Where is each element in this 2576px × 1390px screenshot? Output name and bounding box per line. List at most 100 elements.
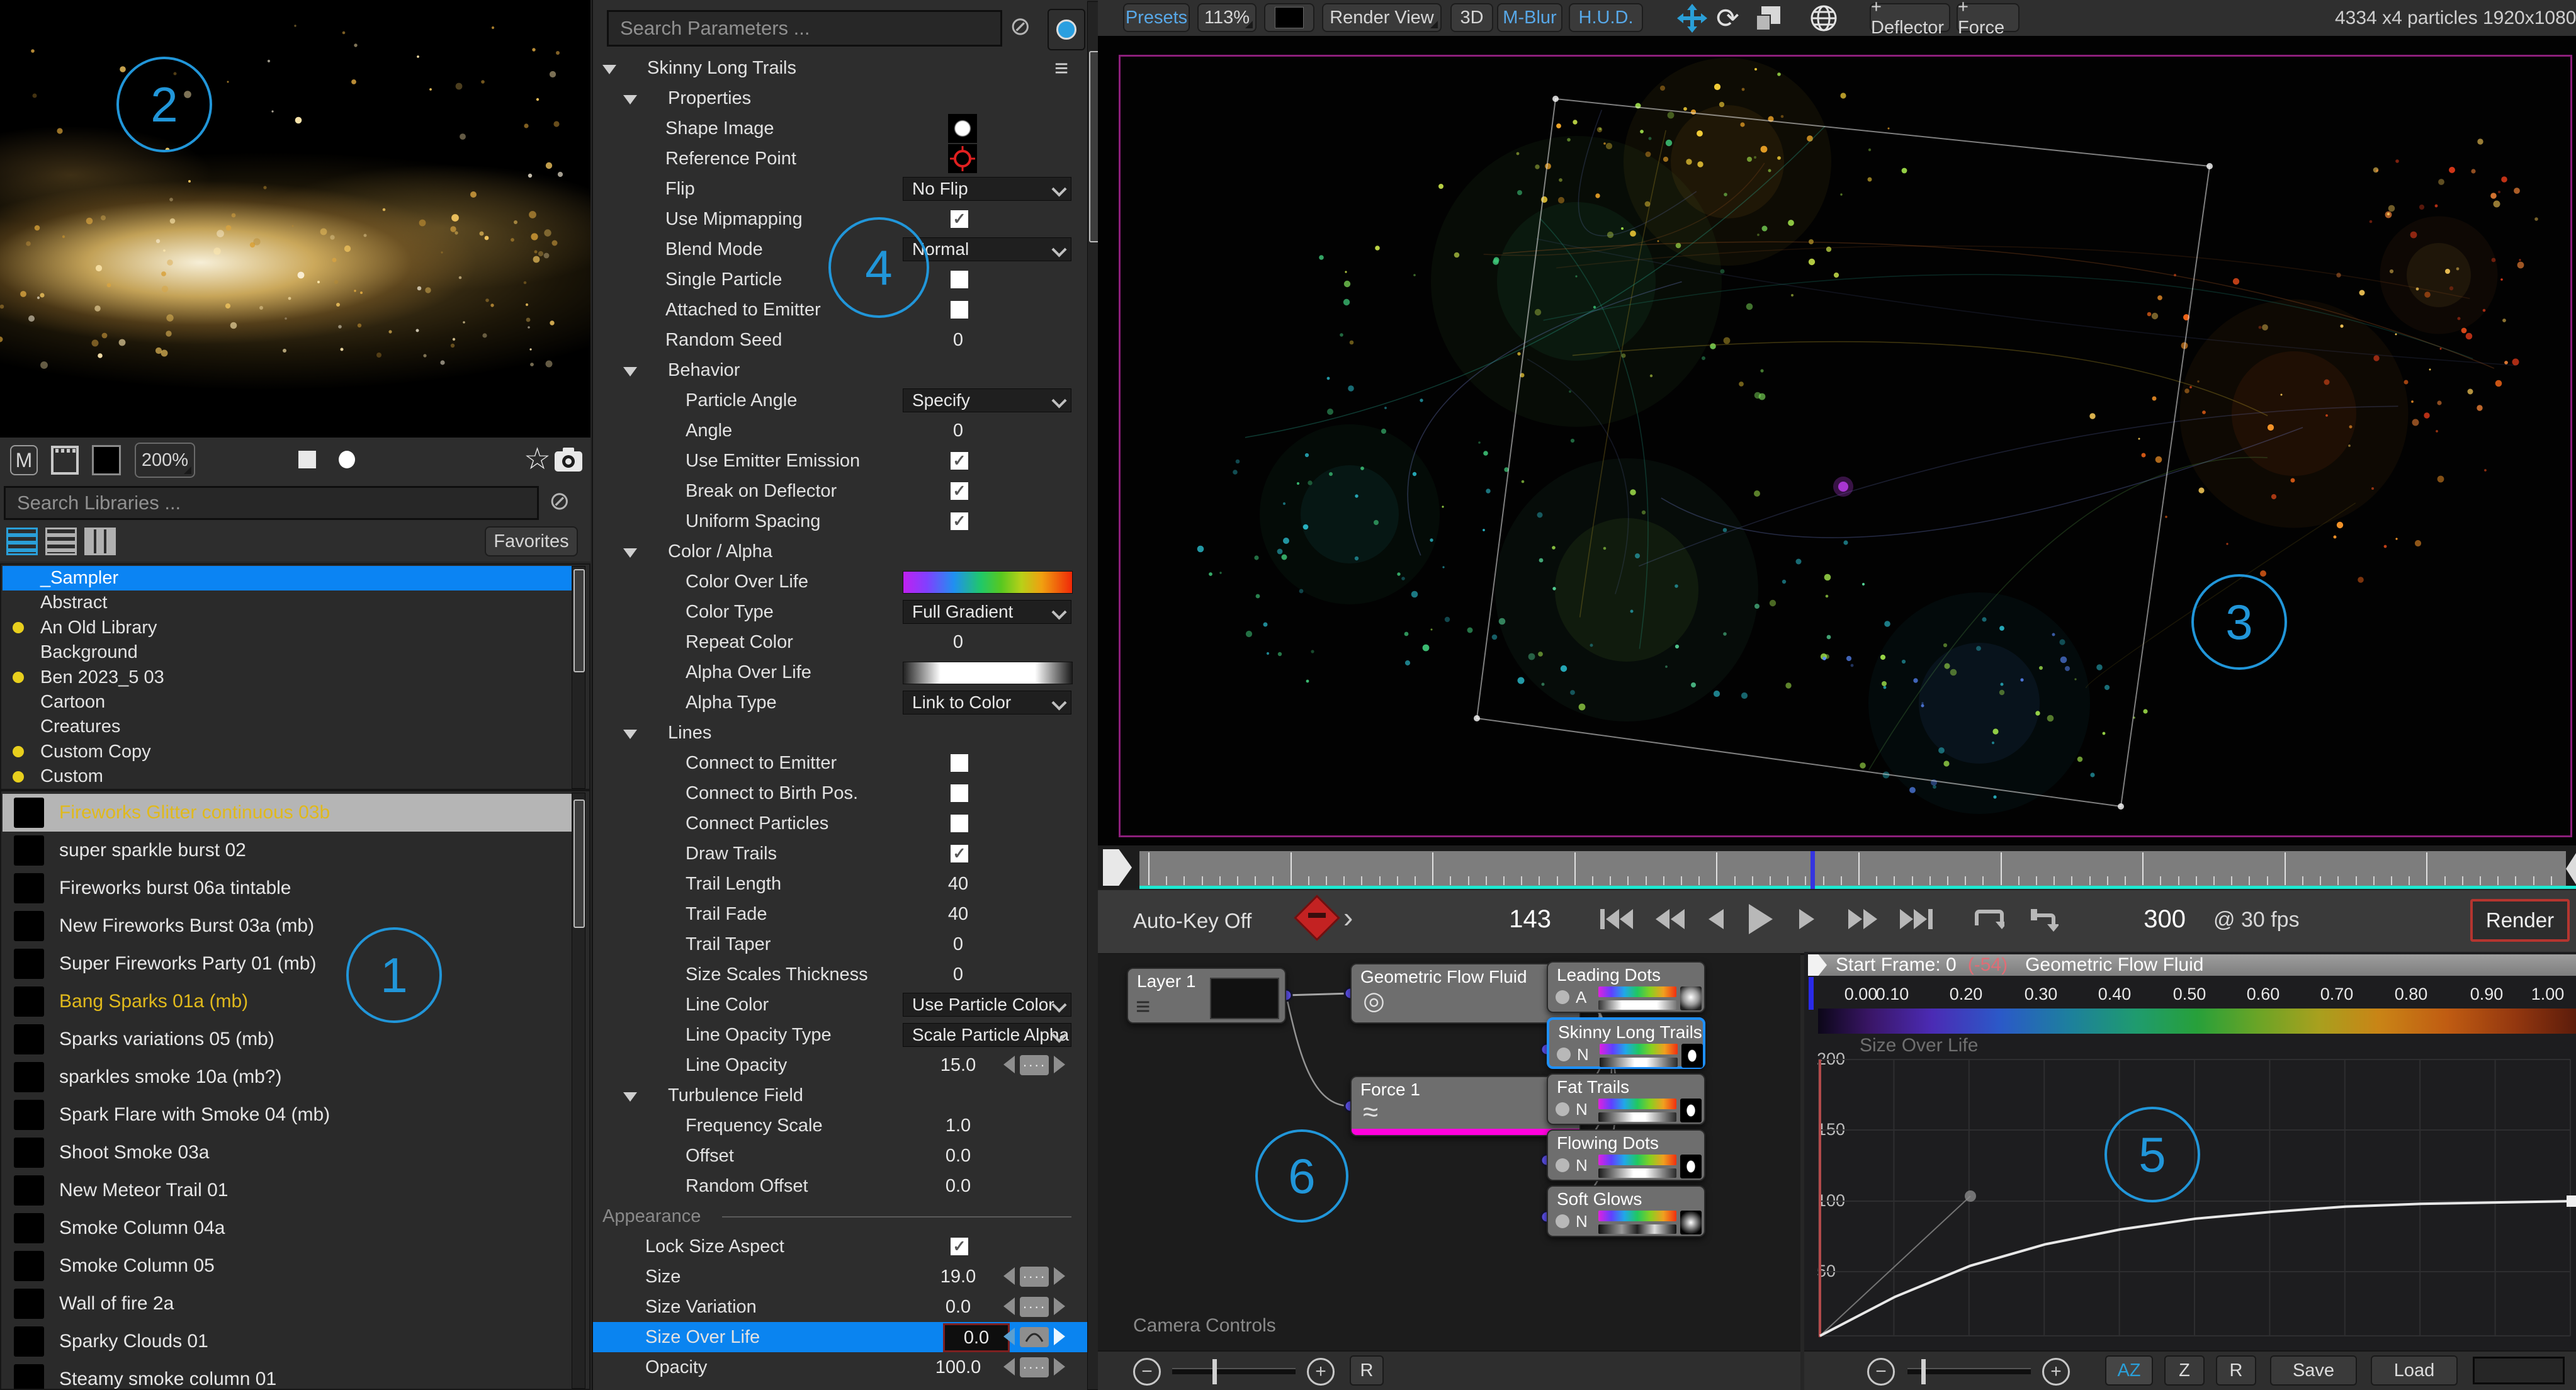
- enabled-dot-icon[interactable]: [1556, 1102, 1569, 1116]
- library-search-input[interactable]: Search Libraries ...: [4, 486, 539, 520]
- param-value[interactable]: 100.0: [920, 1352, 996, 1382]
- stepper-decrease-icon[interactable]: [1003, 1328, 1015, 1345]
- parameter-search-input[interactable]: Search Parameters ...: [607, 10, 1002, 47]
- param-checkbox[interactable]: [951, 784, 968, 802]
- param-row-use-emitter-emission[interactable]: Use Emitter Emission ✓: [593, 446, 1087, 476]
- param-row-break-on-deflector[interactable]: Break on Deflector ✓: [593, 476, 1087, 506]
- timeline-play-icon[interactable]: [1103, 849, 1132, 886]
- enabled-dot-icon[interactable]: [1557, 1048, 1571, 1061]
- param-row-lines[interactable]: Lines: [593, 718, 1087, 748]
- param-value[interactable]: 0: [920, 627, 996, 657]
- enabled-dot-icon[interactable]: [1556, 990, 1569, 1004]
- param-checkbox[interactable]: ✓: [951, 845, 968, 862]
- collapse-caret-icon[interactable]: [623, 730, 637, 739]
- render-button[interactable]: Render: [2470, 899, 2570, 942]
- node-alpha-gradient[interactable]: [1600, 1058, 1678, 1067]
- stepper-increase-icon[interactable]: [1054, 1056, 1065, 1073]
- library-item[interactable]: Custom Copy: [3, 740, 574, 764]
- emitter-item[interactable]: New Meteor Trail 01: [3, 1172, 574, 1209]
- clear-parameter-search-icon[interactable]: ⊘: [1010, 14, 1031, 39]
- param-checkbox[interactable]: [951, 271, 968, 288]
- param-value[interactable]: 0: [920, 325, 996, 355]
- emitter-list[interactable]: Fireworks Glitter continuous 03b super sp…: [0, 790, 590, 1390]
- auto-zoom-button[interactable]: AZ: [2105, 1355, 2153, 1386]
- layer-menu-icon[interactable]: ≡: [1136, 994, 1150, 1019]
- shape-image-thumb[interactable]: [948, 114, 977, 143]
- layers-icon[interactable]: [1755, 5, 1783, 35]
- param-row-draw-trails[interactable]: Draw Trails ✓: [593, 839, 1087, 869]
- fast-forward-button[interactable]: [1847, 907, 1878, 932]
- library-list[interactable]: _Sampler Abstract An Old Library Background…: [0, 563, 590, 790]
- param-row-connect-particles[interactable]: Connect Particles: [593, 808, 1087, 839]
- emitter-item[interactable]: Fireworks Glitter continuous 03b: [3, 794, 574, 832]
- save-button[interactable]: Save: [2270, 1355, 2357, 1386]
- param-row-behavior[interactable]: Behavior: [593, 355, 1087, 385]
- param-row-trail-fade[interactable]: Trail Fade 40: [593, 899, 1087, 929]
- stepper-keyframe-button[interactable]: ····: [1020, 1055, 1049, 1075]
- step-back-button[interactable]: [1706, 907, 1725, 932]
- emitter-item[interactable]: super sparkle burst 02: [3, 832, 574, 869]
- node-shape-thumb[interactable]: [1680, 986, 1702, 1010]
- auto-key-label[interactable]: Auto-Key Off: [1133, 909, 1251, 933]
- node-graph-panel[interactable]: Layer 1 ≡ Geometric Flow Fluid i ◎ Force…: [1098, 954, 1800, 1350]
- skip-to-end-button[interactable]: [1899, 907, 1934, 932]
- 3d-toggle-button[interactable]: 3D: [1450, 3, 1493, 32]
- param-checkbox[interactable]: [951, 301, 968, 319]
- stepper-increase-icon[interactable]: [1054, 1328, 1065, 1345]
- library-item[interactable]: Creatures: [3, 715, 574, 739]
- node-alpha-gradient[interactable]: [1598, 1000, 1676, 1010]
- collapse-caret-icon[interactable]: [623, 95, 637, 105]
- param-value[interactable]: 0.0: [920, 1171, 996, 1201]
- param-row-size-variation[interactable]: Size Variation 0.0 ····: [593, 1292, 1087, 1322]
- param-row-skinny-long-trails[interactable]: Skinny Long Trails ≡: [593, 53, 1087, 83]
- viewport-zoom-dropdown[interactable]: 113%: [1197, 3, 1257, 32]
- param-row-line-opacity-type[interactable]: Line Opacity Type Scale Particle Alpha: [593, 1020, 1087, 1050]
- step-forward-button[interactable]: [1798, 907, 1817, 932]
- param-value[interactable]: 0.0: [943, 1323, 1010, 1352]
- keyframe-diamond-icon[interactable]: [1294, 895, 1340, 941]
- node-shape-thumb[interactable]: [1680, 1155, 1702, 1178]
- hud-toggle[interactable]: H.U.D.: [1569, 3, 1643, 32]
- presets-button[interactable]: Presets: [1123, 3, 1190, 32]
- param-row-frequency-scale[interactable]: Frequency Scale 1.0: [593, 1110, 1087, 1141]
- end-frame-value[interactable]: 300: [2110, 905, 2186, 934]
- param-value[interactable]: 0: [920, 415, 996, 446]
- library-item[interactable]: Abstract: [3, 590, 574, 615]
- node-shape-thumb[interactable]: [1680, 1099, 1702, 1122]
- node-color-gradient[interactable]: [1600, 1044, 1678, 1054]
- emitter-item[interactable]: Sparky Clouds 01: [3, 1323, 574, 1360]
- collapse-caret-icon[interactable]: [602, 65, 616, 74]
- param-select[interactable]: Full Gradient: [903, 600, 1071, 624]
- param-value[interactable]: 15.0: [920, 1050, 996, 1080]
- library-item[interactable]: Ben 2023_5 03: [3, 665, 574, 690]
- current-frame-value[interactable]: 143: [1476, 905, 1551, 934]
- particle-node-flowing-dots[interactable]: Flowing Dots N: [1547, 1129, 1705, 1181]
- param-row-size[interactable]: Size 19.0 ····: [593, 1262, 1087, 1292]
- node-color-gradient[interactable]: [1598, 1155, 1676, 1165]
- param-row-reference-point[interactable]: Reference Point: [593, 144, 1087, 174]
- stepper-decrease-icon[interactable]: [1003, 1297, 1015, 1315]
- param-row-properties[interactable]: Properties: [593, 83, 1087, 113]
- emitter-item[interactable]: Smoke Column 04a: [3, 1209, 574, 1247]
- collapse-caret-icon[interactable]: [623, 1092, 637, 1102]
- param-value[interactable]: 40: [920, 899, 996, 929]
- add-force-button[interactable]: + Force: [1957, 0, 2020, 38]
- param-checkbox[interactable]: ✓: [951, 1238, 968, 1255]
- param-checkbox[interactable]: ✓: [951, 482, 968, 500]
- collapse-caret-icon[interactable]: [623, 367, 637, 376]
- color-over-life-gradient[interactable]: [903, 571, 1073, 594]
- load-button[interactable]: Load: [2371, 1355, 2458, 1386]
- stepper-keyframe-button[interactable]: ····: [1020, 1297, 1049, 1317]
- param-row-color-over-life[interactable]: Color Over Life: [593, 567, 1087, 597]
- param-select[interactable]: No Flip: [903, 177, 1071, 201]
- emitter-scrollbar[interactable]: [572, 793, 585, 1389]
- library-scrollbar-thumb[interactable]: [573, 569, 585, 672]
- graph-zoom-handle[interactable]: [1921, 1359, 1926, 1384]
- library-item[interactable]: Background: [3, 640, 574, 665]
- node-color-gradient[interactable]: [1598, 1099, 1676, 1109]
- emitter-item[interactable]: Sparks variations 05 (mb): [3, 1020, 574, 1058]
- param-select[interactable]: Use Particle Color: [903, 993, 1071, 1017]
- fast-rewind-button[interactable]: [1654, 907, 1686, 932]
- add-deflector-button[interactable]: + Deflector: [1870, 0, 1950, 38]
- timeline-playhead[interactable]: [1811, 851, 1815, 889]
